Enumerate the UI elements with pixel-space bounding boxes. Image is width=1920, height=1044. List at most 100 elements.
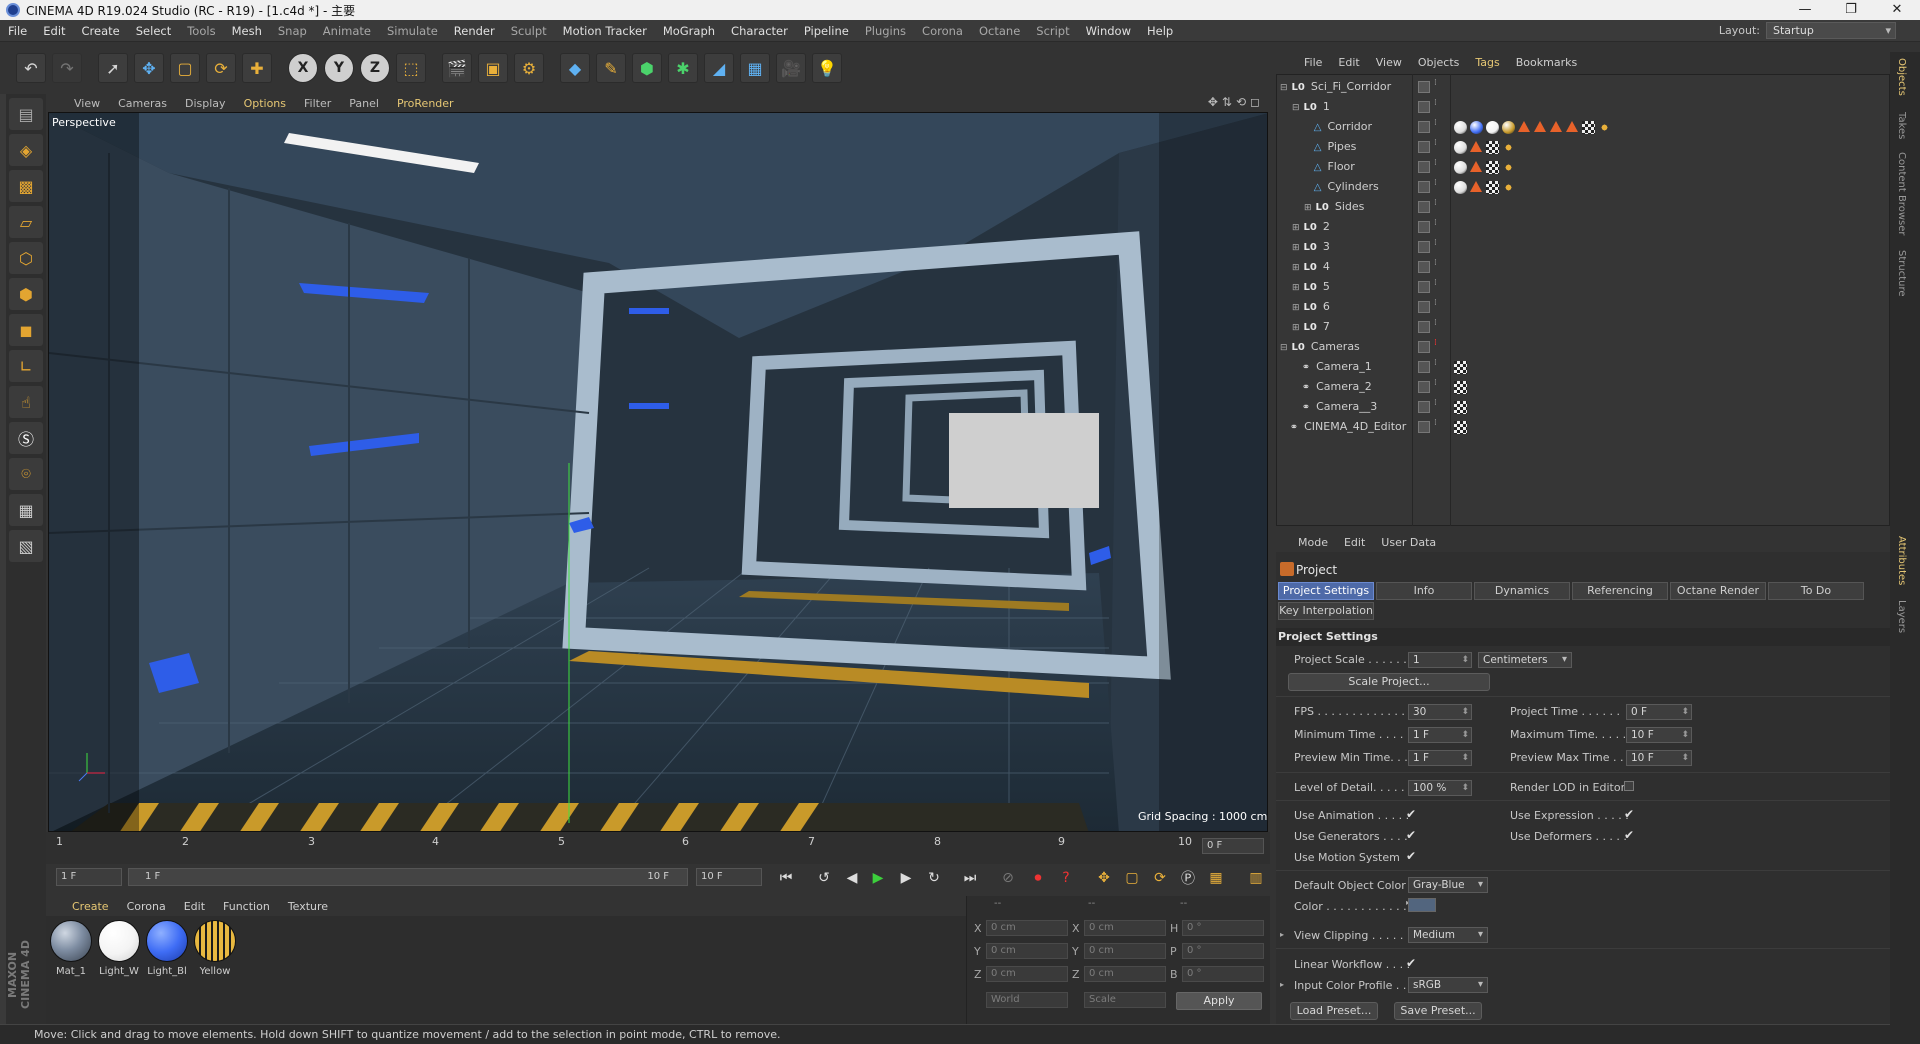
viewport-menu-filter[interactable]: Filter xyxy=(304,97,331,110)
protection-tag-icon[interactable] xyxy=(1454,361,1467,374)
tweak-mode-icon[interactable]: ☝ xyxy=(9,386,43,418)
layout-select[interactable]: Startup xyxy=(1766,22,1896,39)
object-menu-view[interactable]: View xyxy=(1376,56,1402,69)
editor-render-visibility-icon[interactable]: ⁞ xyxy=(1434,118,1437,128)
tab-to-do[interactable]: To Do xyxy=(1768,582,1864,600)
scale-mode-select[interactable]: Scale xyxy=(1084,992,1166,1008)
menu-octane[interactable]: Octane xyxy=(971,24,1028,38)
previous-frame-icon[interactable]: ◀ xyxy=(840,867,864,889)
expand-toggle-icon[interactable]: ⊟ xyxy=(1280,343,1288,353)
object-menu-edit[interactable]: Edit xyxy=(1338,56,1359,69)
key-scale-icon[interactable]: ▢ xyxy=(1120,867,1144,889)
object-row[interactable]: ⊞ L0 2 xyxy=(1292,218,1330,236)
protection-tag-icon[interactable] xyxy=(1454,421,1467,434)
object-row[interactable]: ⊞ L0 5 xyxy=(1292,278,1330,296)
render-picture-viewer-icon[interactable]: ▣ xyxy=(478,53,508,83)
frame-ruler[interactable]: 1 2 3 4 5 6 7 8 9 10 xyxy=(52,835,1202,853)
light-icon[interactable]: 💡 xyxy=(812,53,842,83)
attribute-menu-mode[interactable]: Mode xyxy=(1298,536,1328,549)
object-row[interactable]: ⊞ L0 7 xyxy=(1292,318,1330,336)
object-name[interactable]: Cylinders xyxy=(1327,180,1378,193)
layer-visibility-icon[interactable] xyxy=(1418,141,1430,153)
key-point-level-icon[interactable]: ▦ xyxy=(1204,867,1228,889)
material-swatch[interactable]: Mat_1 xyxy=(48,920,94,982)
attribute-menu-user-data[interactable]: User Data xyxy=(1381,536,1436,549)
editor-render-visibility-icon[interactable]: ⁞ xyxy=(1434,418,1437,428)
floor-scene-icon[interactable]: ▦ xyxy=(740,53,770,83)
phong-tag-icon[interactable] xyxy=(1470,161,1482,172)
selection-tag-icon[interactable] xyxy=(1598,121,1611,134)
menu-window[interactable]: Window xyxy=(1078,24,1139,38)
side-tab-structure[interactable]: Structure xyxy=(1896,250,1907,297)
viewport-menu-cameras[interactable]: Cameras xyxy=(118,97,167,110)
editor-render-visibility-icon[interactable]: ⁞ xyxy=(1434,198,1437,208)
expand-toggle-icon[interactable]: ⊟ xyxy=(1292,103,1300,113)
viewport-navigation-icons[interactable]: ✥⇅⟲◻ xyxy=(1208,95,1264,109)
rotation-b-field[interactable]: 0 ° xyxy=(1182,966,1264,982)
use-deformers-checkbox[interactable]: ✔ xyxy=(1624,828,1634,842)
object-name[interactable]: Camera__3 xyxy=(1316,400,1377,413)
editor-render-visibility-icon[interactable]: ⁞ xyxy=(1434,98,1437,108)
menu-snap[interactable]: Snap xyxy=(270,24,315,38)
menu-character[interactable]: Character xyxy=(723,24,796,38)
object-name[interactable]: Cameras xyxy=(1311,340,1360,353)
use-generators-checkbox[interactable]: ✔ xyxy=(1406,828,1416,842)
layer-visibility-icon[interactable] xyxy=(1418,341,1430,353)
object-row[interactable]: ⊞ L0 4 xyxy=(1292,258,1330,276)
material-swatch[interactable]: Light_Bl xyxy=(144,920,190,982)
play-forward-icon[interactable]: ▶ xyxy=(866,867,890,889)
side-tab-objects[interactable]: Objects xyxy=(1896,58,1907,96)
material-tag-icon[interactable] xyxy=(1454,161,1467,174)
pen-spline-icon[interactable]: ✎ xyxy=(596,53,626,83)
apply-button[interactable]: Apply xyxy=(1176,992,1262,1010)
current-frame-field[interactable]: 0 F xyxy=(1202,838,1264,854)
material-tag-icon[interactable] xyxy=(1486,121,1499,134)
menu-simulate[interactable]: Simulate xyxy=(379,24,446,38)
object-menu-tags[interactable]: Tags xyxy=(1475,56,1499,69)
protection-tag-icon[interactable] xyxy=(1486,161,1499,174)
expand-toggle-icon[interactable]: ⊞ xyxy=(1292,303,1300,313)
render-view-icon[interactable]: 🎬 xyxy=(442,53,472,83)
layer-visibility-icon[interactable] xyxy=(1418,181,1430,193)
menu-motion-tracker[interactable]: Motion Tracker xyxy=(555,24,655,38)
input-color-profile-select[interactable]: sRGB xyxy=(1408,977,1488,993)
phong-tag-icon[interactable] xyxy=(1550,121,1562,132)
object-row[interactable]: △ Pipes xyxy=(1304,138,1357,156)
object-name[interactable]: 1 xyxy=(1323,100,1330,113)
start-frame-field[interactable]: 1 F xyxy=(56,868,122,886)
object-row[interactable]: △ Corridor xyxy=(1304,118,1372,136)
live-selection-icon[interactable]: ✚ xyxy=(242,53,272,83)
object-name[interactable]: 6 xyxy=(1323,300,1330,313)
go-to-end-icon[interactable]: ⏭ xyxy=(958,867,982,889)
object-name[interactable]: Pipes xyxy=(1327,140,1356,153)
position-y-field[interactable]: 0 cm xyxy=(986,943,1068,959)
fps-field[interactable]: 30 xyxy=(1408,704,1472,720)
object-name[interactable]: 5 xyxy=(1323,280,1330,293)
size-z-field[interactable]: 0 cm xyxy=(1084,966,1166,982)
maximize-button[interactable]: ❐ xyxy=(1828,0,1874,20)
protection-tag-icon[interactable] xyxy=(1486,181,1499,194)
editor-render-visibility-icon[interactable]: ⁞ xyxy=(1434,338,1437,348)
selection-tag-icon[interactable] xyxy=(1502,181,1515,194)
menu-render[interactable]: Render xyxy=(446,24,503,38)
cloner-icon[interactable]: ✱ xyxy=(668,53,698,83)
layer-visibility-icon[interactable] xyxy=(1418,321,1430,333)
layer-visibility-icon[interactable] xyxy=(1418,421,1430,433)
tab-referencing[interactable]: Referencing xyxy=(1572,582,1668,600)
side-tab-takes[interactable]: Takes xyxy=(1896,112,1907,139)
rotation-p-field[interactable]: 0 ° xyxy=(1182,943,1264,959)
menu-help[interactable]: Help xyxy=(1139,24,1181,38)
editor-render-visibility-icon[interactable]: ⁞ xyxy=(1434,318,1437,328)
layer-visibility-icon[interactable] xyxy=(1418,241,1430,253)
next-frame-icon[interactable]: ▶ xyxy=(894,867,918,889)
protection-tag-icon[interactable] xyxy=(1454,401,1467,414)
timeline-window-icon[interactable]: ▥ xyxy=(1244,867,1268,889)
expand-toggle-icon[interactable]: ⊞ xyxy=(1292,283,1300,293)
workplane-mode-icon[interactable]: ▱ xyxy=(9,206,43,238)
position-z-field[interactable]: 0 cm xyxy=(986,966,1068,982)
edges-mode-icon[interactable]: ⬢ xyxy=(9,278,43,310)
next-key-icon[interactable]: ↻ xyxy=(922,867,946,889)
size-y-field[interactable]: 0 cm xyxy=(1084,943,1166,959)
editor-render-visibility-icon[interactable]: ⁞ xyxy=(1434,278,1437,288)
attribute-menu-edit[interactable]: Edit xyxy=(1344,536,1365,549)
